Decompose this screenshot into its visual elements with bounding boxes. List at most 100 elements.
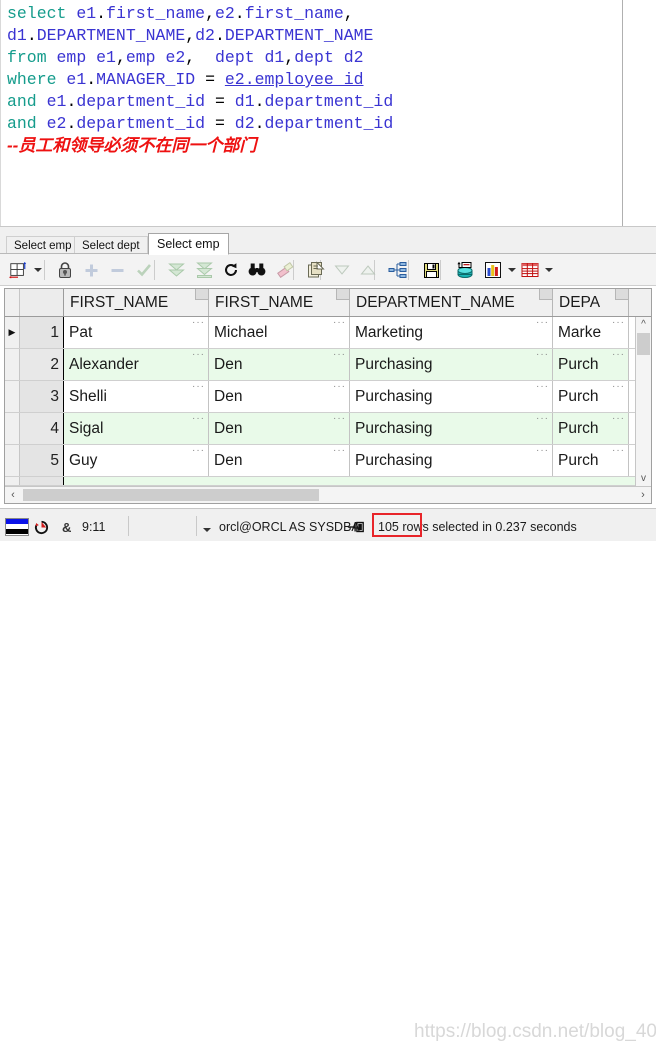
- column-header[interactable]: FIRST_NAME: [64, 289, 209, 316]
- row-number: 3: [20, 381, 64, 412]
- vertical-scroll-thumb[interactable]: [637, 333, 650, 355]
- cell-expand-icon[interactable]: ···: [192, 381, 205, 393]
- explain-plan-button[interactable]: [388, 258, 408, 282]
- cell-expand-icon[interactable]: ···: [612, 445, 625, 457]
- cell-expand-icon[interactable]: ···: [333, 317, 346, 329]
- row-selector[interactable]: [5, 381, 20, 412]
- table-row[interactable]: 5 Guy ··· Den ··· Purchasing ··· Purch ···: [5, 445, 651, 477]
- column-resize-handle[interactable]: [539, 289, 552, 300]
- table-row[interactable]: 3 Shelli ··· Den ··· Purchasing ··· Purch ···: [5, 381, 651, 413]
- table-cell[interactable]: Purchasing ···: [350, 413, 553, 444]
- table-cell[interactable]: Guy ···: [64, 445, 209, 476]
- scroll-left-icon[interactable]: ‹: [5, 487, 21, 503]
- chart-button[interactable]: [484, 258, 516, 282]
- copy-to-clipboard-button[interactable]: [307, 258, 325, 282]
- sql-code[interactable]: select e1.first_name,e2.first_name, d1.DE…: [1, 0, 622, 157]
- grid-rownum-header[interactable]: [20, 289, 64, 316]
- chevron-down-icon[interactable]: [508, 268, 516, 272]
- cell-expand-icon[interactable]: ···: [192, 445, 205, 457]
- table-cell[interactable]: Pat ···: [64, 317, 209, 348]
- row-selector[interactable]: [5, 445, 20, 476]
- tab-select-emp-2[interactable]: Select emp: [148, 233, 229, 255]
- table-cell[interactable]: Den ···: [209, 349, 350, 380]
- lock-button[interactable]: [57, 258, 73, 282]
- grid-corner-cell[interactable]: [5, 289, 20, 316]
- tab-select-emp-1[interactable]: Select emp: [6, 236, 80, 254]
- grid-layout-dropdown[interactable]: [8, 258, 42, 282]
- table-row[interactable]: 2 Alexander ··· Den ··· Purchasing ··· Purch ···: [5, 349, 651, 381]
- table-cell[interactable]: Den ···: [209, 381, 350, 412]
- cell-expand-icon[interactable]: ···: [536, 317, 549, 329]
- row-number: 5: [20, 445, 64, 476]
- cell-expand-icon[interactable]: ···: [612, 317, 625, 329]
- column-resize-handle[interactable]: [615, 289, 628, 300]
- export-data-button[interactable]: [455, 258, 475, 282]
- cell-expand-icon[interactable]: ···: [333, 381, 346, 393]
- table-cell[interactable]: Purch ···: [553, 445, 629, 476]
- table-cell[interactable]: Shelli ···: [64, 381, 209, 412]
- refresh-button[interactable]: [223, 258, 239, 282]
- column-resize-handle[interactable]: [336, 289, 349, 300]
- cell-expand-icon[interactable]: ···: [192, 349, 205, 361]
- column-resize-handle[interactable]: [195, 289, 208, 300]
- scroll-up-icon[interactable]: ^: [636, 317, 651, 332]
- cell-expand-icon[interactable]: ···: [536, 445, 549, 457]
- row-selector[interactable]: [5, 477, 20, 485]
- pin-icon[interactable]: [347, 520, 365, 537]
- cell-expand-icon[interactable]: ···: [192, 317, 205, 329]
- horizontal-scroll-thumb[interactable]: [23, 489, 319, 501]
- cell-value: Purch: [558, 452, 599, 469]
- cell-expand-icon[interactable]: ···: [333, 413, 346, 425]
- tab-label: Select emp: [157, 237, 220, 251]
- cell-expand-icon[interactable]: ···: [612, 349, 625, 361]
- find-button[interactable]: [248, 258, 266, 282]
- cell-expand-icon[interactable]: ···: [192, 413, 205, 425]
- table-cell[interactable]: Purch ···: [553, 349, 629, 380]
- session-activity-icon[interactable]: [34, 520, 49, 538]
- table-cell[interactable]: Purch ···: [553, 413, 629, 444]
- column-header[interactable]: DEPARTMENT_NAME: [350, 289, 553, 316]
- cell-expand-icon[interactable]: ···: [536, 413, 549, 425]
- save-button[interactable]: [423, 258, 440, 282]
- scroll-down-icon[interactable]: v: [636, 471, 651, 486]
- table-cell[interactable]: Michael ···: [209, 317, 350, 348]
- table-row[interactable]: 4 Sigal ··· Den ··· Purchasing ··· Purch ···: [5, 413, 651, 445]
- table-cell[interactable]: Purchasing ···: [350, 349, 553, 380]
- fetch-last-page-button: [196, 258, 213, 282]
- tab-select-dept[interactable]: Select dept: [74, 236, 148, 254]
- cell-expand-icon[interactable]: ···: [536, 349, 549, 361]
- cell-expand-icon[interactable]: ···: [612, 381, 625, 393]
- column-header-label: DEPA: [559, 294, 601, 311]
- table-cell[interactable]: Den ···: [209, 445, 350, 476]
- column-header[interactable]: DEPA: [553, 289, 629, 316]
- current-row-icon: ▶: [8, 327, 16, 337]
- column-header[interactable]: FIRST_NAME: [209, 289, 350, 316]
- table-row[interactable]: ▶ 1 Pat ··· Michael ··· Marketing ··· Marke ···: [5, 317, 651, 349]
- table-cell[interactable]: Sigal ···: [64, 413, 209, 444]
- table-cell[interactable]: Den ···: [209, 413, 350, 444]
- row-selector[interactable]: [5, 349, 20, 380]
- cell-expand-icon[interactable]: ···: [612, 413, 625, 425]
- table-cell[interactable]: Purchasing ···: [350, 445, 553, 476]
- grid-view-button[interactable]: [521, 258, 553, 282]
- table-cell[interactable]: Marketing ···: [350, 317, 553, 348]
- cell-expand-icon[interactable]: ···: [333, 349, 346, 361]
- table-cell[interactable]: Alexander ···: [64, 349, 209, 380]
- cell-expand-icon[interactable]: ···: [333, 445, 346, 457]
- connection-dropdown-icon[interactable]: [203, 520, 211, 535]
- row-selector[interactable]: ▶: [5, 317, 20, 348]
- connection-info[interactable]: orcl@ORCL AS SYSDBA: [219, 520, 360, 534]
- chevron-down-icon[interactable]: [34, 268, 42, 272]
- table-cell[interactable]: Purch ···: [553, 381, 629, 412]
- table-cell[interactable]: Marke ···: [553, 317, 629, 348]
- table-cell[interactable]: Purchasing ···: [350, 381, 553, 412]
- row-selector[interactable]: [5, 413, 20, 444]
- chevron-down-icon[interactable]: [545, 268, 553, 272]
- grid-vertical-scrollbar[interactable]: ^ v: [635, 317, 651, 486]
- sql-editor[interactable]: select e1.first_name,e2.first_name, d1.DE…: [1, 0, 623, 226]
- grid-horizontal-scrollbar[interactable]: ‹ ›: [5, 486, 651, 503]
- table-row-partial[interactable]: [5, 477, 651, 486]
- scroll-right-icon[interactable]: ›: [635, 487, 651, 503]
- cell-expand-icon[interactable]: ···: [536, 381, 549, 393]
